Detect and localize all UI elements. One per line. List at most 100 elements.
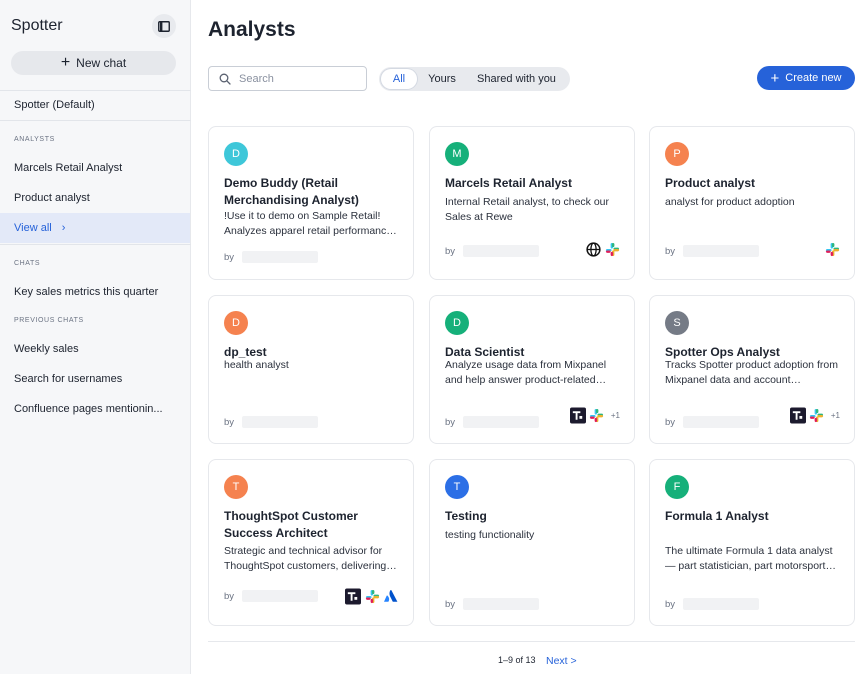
divider [0,120,191,121]
sidebar-item-analyst[interactable]: Product analyst [0,183,190,213]
tab-all[interactable]: All [381,69,417,89]
slack-icon [364,588,380,604]
card-description: Internal Retail analyst, to check our Sa… [445,196,610,223]
new-chat-button[interactable]: + New chat [11,51,176,75]
card-description: analyst for product adoption [665,196,795,208]
divider [0,244,191,245]
create-new-label: Create new [785,72,842,84]
card-author: by [445,416,540,428]
create-new-button[interactable]: + Create new [757,66,855,90]
card-author: by [665,416,760,428]
card-author: by [224,416,319,428]
tab-yours[interactable]: Yours [417,69,467,89]
app-title: Spotter [11,17,63,34]
by-label: by [445,245,456,257]
author-name-redacted [683,245,760,257]
author-name-redacted [463,416,540,428]
next-page-link[interactable]: Next > [546,655,577,667]
card-title: Demo Buddy (Retail Merchandising Analyst… [224,176,359,207]
by-label: by [224,251,235,263]
sidebar-item-chat[interactable]: Weekly sales [0,334,190,364]
card-title: Marcels Retail Analyst [445,176,572,190]
card-description: Tracks Spotter product adoption from Mix… [665,359,838,386]
connector-icons: +1 [789,407,840,423]
search-icon [219,73,231,85]
analyst-card[interactable]: T Testing testing functionality by [429,459,635,626]
author-name-redacted [242,251,319,263]
analyst-card[interactable]: T ThoughtSpot Customer Success Architect S… [208,459,414,626]
tab-shared-with-you[interactable]: Shared with you [467,69,566,89]
sidebar-toggle-button[interactable] [152,14,176,38]
sidebar-item-chat[interactable]: Confluence pages mentionin... [0,394,190,424]
main-content: Analysts All Yours Shared with you + Cre… [191,0,863,674]
connector-icons [585,241,620,257]
connector-icons [345,588,399,604]
search-box[interactable] [208,66,367,91]
card-title: Formula 1 Analyst [665,509,769,523]
analyst-card[interactable]: Ddp_test health analyst by [208,295,414,444]
sidebar-item-view-all[interactable]: View all › [0,213,190,243]
slack-icon [589,407,605,423]
analyst-card[interactable]: M Marcels Retail Analyst Internal Retail a… [429,126,635,280]
more-connectors-count: +1 [830,410,840,420]
author-name-redacted [463,245,540,257]
analyst-card[interactable]: S Spotter Ops Analyst Tracks Spotter produ… [649,295,855,444]
globe-icon [585,241,601,257]
card-description: testing functionality [445,529,535,541]
card-author: by [224,590,319,602]
analyst-card[interactable]: F Formula 1 Analyst The ultimate Formula 1… [649,459,855,626]
card-title: Product analyst [665,176,756,190]
pagination-count: 1–9 of 13 [498,655,536,665]
slack-icon [604,241,620,257]
by-label: by [224,590,235,602]
avatar: P [665,142,689,166]
sidebar-item-chat[interactable]: Search for usernames [0,364,190,394]
sidebar-item-spotter-default[interactable]: Spotter (Default) [0,90,190,120]
by-label: by [224,416,235,428]
plus-icon: + [770,69,780,87]
slack-icon [824,241,840,257]
analyst-card[interactable]: P Product analyst analyst for product adop… [649,126,855,280]
author-name-redacted [683,416,760,428]
atlassian-icon [383,588,399,604]
section-label-analysts: ANALYSTS [14,136,55,143]
analyst-card[interactable]: D Demo Buddy (Retail Merchandising Analys… [208,126,414,280]
card-author: by [224,251,319,263]
author-name-redacted [242,416,319,428]
search-input[interactable] [239,72,349,85]
card-description: !Use it to demo on Sample Retail! Analyz… [224,210,393,237]
sidebar-item-chat[interactable]: Key sales metrics this quarter [0,277,190,307]
avatar: D [445,311,469,335]
card-author: by [665,245,760,257]
by-label: by [445,598,456,610]
by-label: by [445,416,456,428]
view-all-label: View all [14,222,52,234]
card-description: Analyze usage data from Mixpanel and hel… [445,359,607,386]
author-name-redacted [463,598,540,610]
sidebar-panel-icon [158,20,170,32]
card-description: Strategic and technical advisor for Thou… [224,545,387,572]
avatar: S [665,311,689,335]
avatar: T [445,475,469,499]
card-author: by [665,598,760,610]
connector-icons: +1 [569,407,620,423]
thoughtspot-icon [569,407,586,423]
plus-icon: + [60,54,71,71]
connector-icons [824,241,840,257]
thoughtspot-icon [345,588,361,604]
card-author: by [445,245,540,257]
filter-tabs: All Yours Shared with you [379,67,570,91]
page-title: Analysts [208,18,296,41]
avatar: D [224,142,248,166]
sidebar-item-analyst[interactable]: Marcels Retail Analyst [0,153,190,183]
card-description: health analyst [224,359,289,371]
divider [208,641,855,642]
avatar: T [224,475,248,499]
avatar: D [224,311,248,335]
section-label-previous-chats: PREVIOUS CHATS [14,317,84,324]
by-label: by [665,245,676,257]
section-label-chats: CHATS [14,260,41,267]
analyst-card[interactable]: D Data Scientist Analyze usage data from M… [429,295,635,444]
card-description: The ultimate Formula 1 data analyst — pa… [665,545,833,572]
avatar: M [445,142,469,166]
